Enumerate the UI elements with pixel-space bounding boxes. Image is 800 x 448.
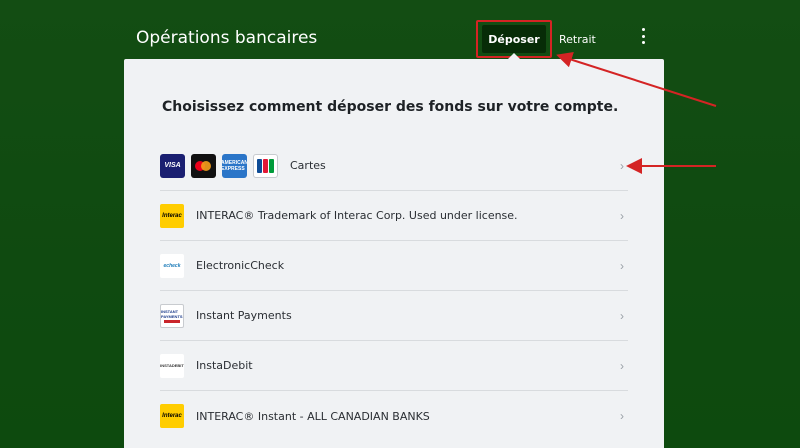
interac-icon: Interac bbox=[160, 404, 184, 428]
tab-deposit[interactable]: Déposer bbox=[482, 25, 546, 53]
method-label: INTERAC® Trademark of Interac Corp. Used… bbox=[196, 209, 518, 222]
chevron-right-icon: › bbox=[620, 308, 624, 323]
method-label: INTERAC® Instant - ALL CANADIAN BANKS bbox=[196, 409, 430, 423]
method-interac[interactable]: Interac INTERAC® Trademark of Interac Co… bbox=[160, 191, 628, 241]
method-cards[interactable]: VISA AMERICAN EXPRESS Cartes › bbox=[160, 141, 628, 191]
visa-icon: VISA bbox=[160, 153, 185, 178]
echeck-icon: echeck bbox=[160, 253, 184, 278]
method-interac-instant[interactable]: Interac INTERAC® Instant - ALL CANADIAN … bbox=[160, 391, 628, 441]
method-electronic-check[interactable]: echeck ElectronicCheck › bbox=[160, 241, 628, 291]
instadebit-icon: INSTADEBIT bbox=[160, 353, 184, 378]
kebab-menu-icon[interactable] bbox=[638, 28, 648, 44]
method-label: Instant Payments bbox=[196, 309, 292, 322]
method-label: InstaDebit bbox=[196, 359, 253, 372]
amex-icon: AMERICAN EXPRESS bbox=[222, 153, 247, 178]
tab-withdraw[interactable]: Retrait bbox=[559, 33, 596, 46]
chevron-right-icon: › bbox=[620, 158, 624, 173]
chevron-right-icon: › bbox=[620, 258, 624, 273]
instant-payments-icon: INSTANT PAYMENTS bbox=[160, 303, 184, 328]
panel-heading: Choisissez comment déposer des fonds sur… bbox=[162, 99, 619, 115]
interac-icon: Interac bbox=[160, 203, 184, 228]
deposit-panel: Choisissez comment déposer des fonds sur… bbox=[124, 59, 664, 448]
mastercard-icon bbox=[191, 153, 216, 178]
chevron-right-icon: › bbox=[620, 208, 624, 223]
method-instadebit[interactable]: INSTADEBIT InstaDebit › bbox=[160, 341, 628, 391]
chevron-right-icon: › bbox=[620, 358, 624, 373]
method-label: ElectronicCheck bbox=[196, 259, 285, 272]
payment-methods-list: VISA AMERICAN EXPRESS Cartes › Interac I… bbox=[160, 141, 628, 441]
method-instant-payments[interactable]: INSTANT PAYMENTS Instant Payments › bbox=[160, 291, 628, 341]
method-label: Cartes bbox=[290, 159, 326, 172]
chevron-right-icon: › bbox=[620, 409, 624, 423]
page-title: Opérations bancaires bbox=[136, 28, 318, 48]
jcb-icon bbox=[253, 153, 278, 178]
card-logos: VISA AMERICAN EXPRESS bbox=[160, 153, 278, 178]
